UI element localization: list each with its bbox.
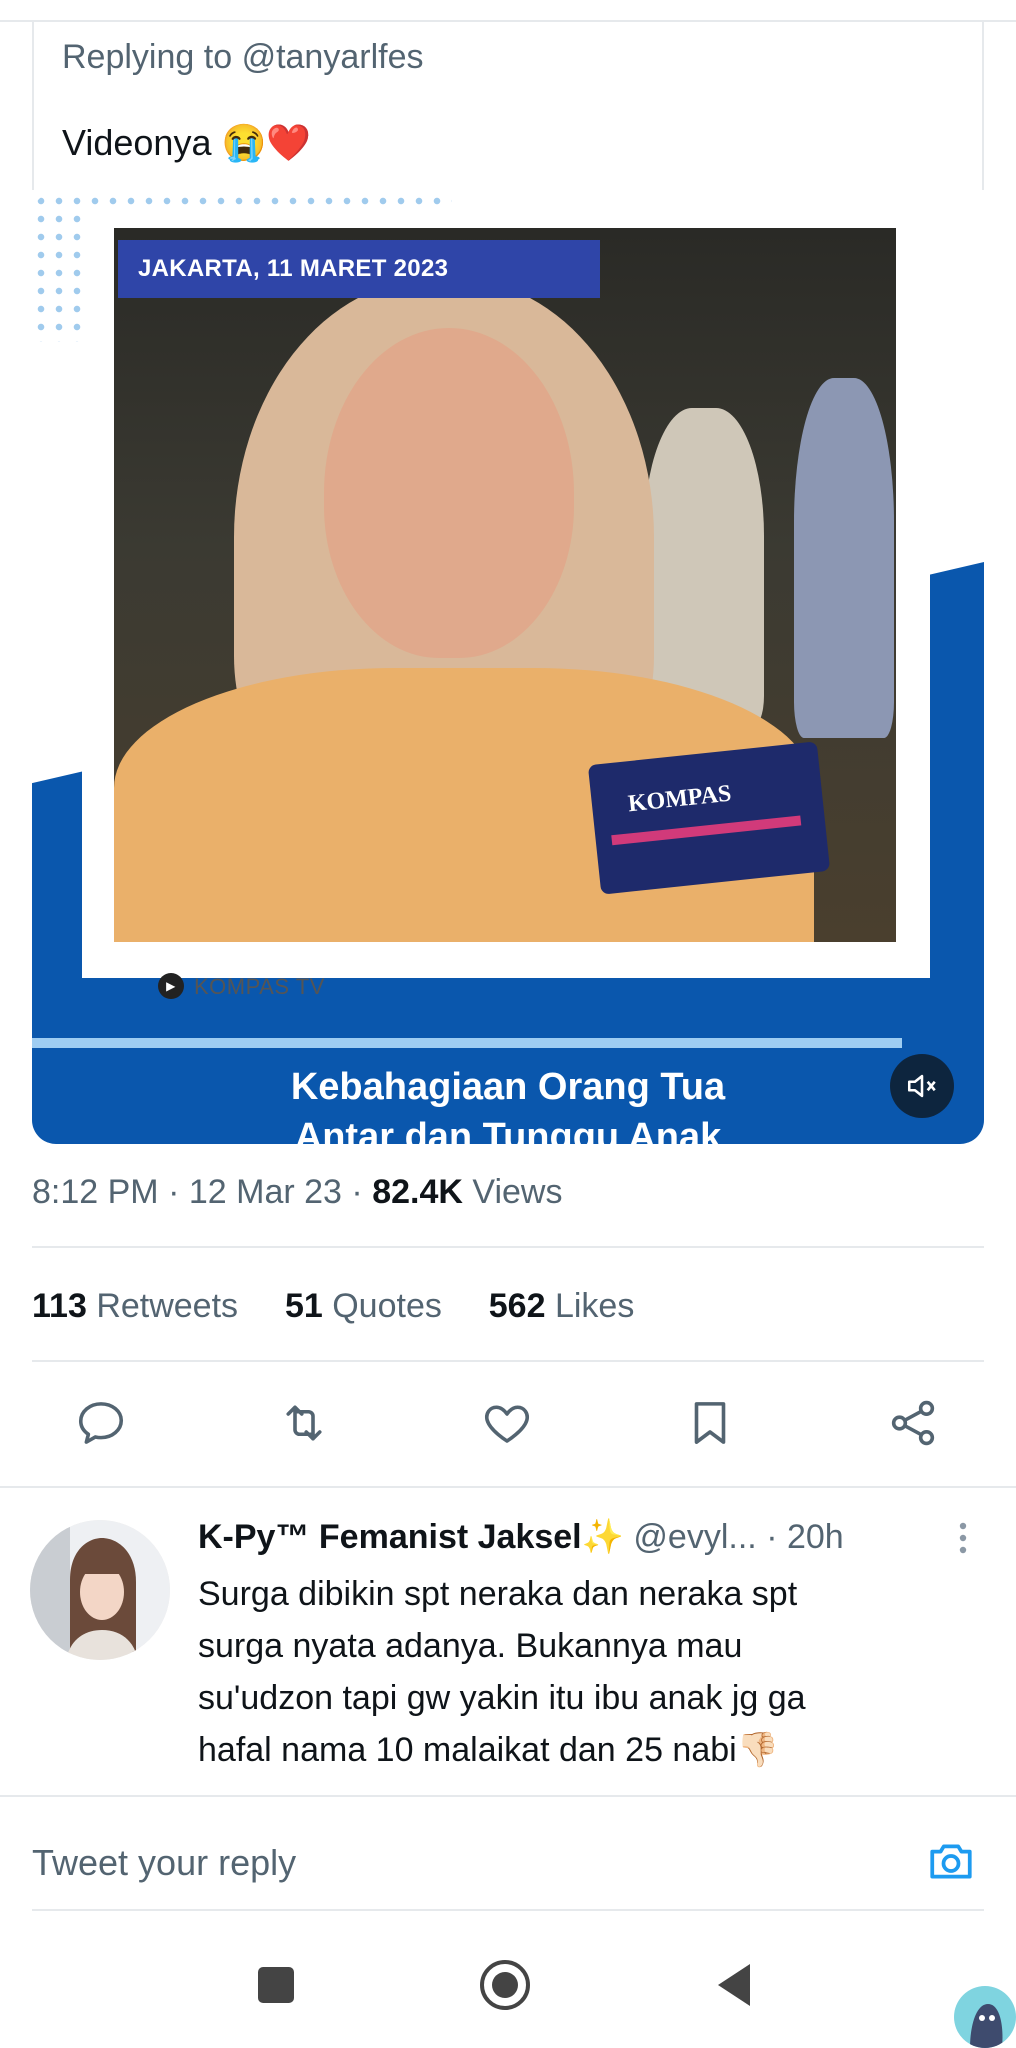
kompas-credit: ▶ KOMPAS TV <box>158 973 325 1000</box>
video-headline-line1: Kebahagiaan Orang Tua <box>290 1066 726 1108</box>
retweets-stat[interactable]: 113 Retweets <box>32 1287 238 1325</box>
video-light-line <box>32 1038 902 1048</box>
replying-to-prefix: Replying to <box>62 38 233 76</box>
reply-text-line: hafal nama 10 malaikat dan 25 nabi👎🏻 <box>198 1731 780 1769</box>
reply-time: 20h <box>786 1518 844 1556</box>
quotes-label: Quotes <box>332 1287 442 1325</box>
background-person <box>794 378 894 738</box>
actions-divider <box>0 1486 1016 1488</box>
share-icon <box>891 1400 935 1446</box>
like-icon <box>485 1405 529 1443</box>
nav-recents-button[interactable] <box>256 1965 296 2005</box>
reply-text-line: su'udzon tapi gw yakin itu ibu anak jg g… <box>198 1679 806 1717</box>
nav-home-button[interactable] <box>478 1958 532 2012</box>
thread-card-right-border <box>982 20 984 190</box>
retweets-label: Retweets <box>96 1287 239 1325</box>
video-photo: KOMPAS JAKARTA, 11 MARET 2023 <box>114 228 896 942</box>
replying-to-handle[interactable]: @tanyarlfes <box>242 38 424 76</box>
nav-square-icon <box>258 1967 294 2003</box>
nav-back-icon <box>718 1964 750 2006</box>
reply-text-line: Surga dibikin spt neraka dan neraka spt <box>198 1575 798 1613</box>
kompas-logo-icon: ▶ <box>158 973 184 999</box>
reply-header: K-Py™ Femanist Jaksel✨ @evyl... · 20h <box>198 1517 844 1557</box>
tweet-text: Videonya 😭❤️ <box>62 122 312 163</box>
reply-icon <box>78 1402 124 1444</box>
share-button[interactable] <box>886 1396 940 1450</box>
stats-divider <box>32 1360 984 1362</box>
mic-label: KOMPAS <box>626 780 733 818</box>
nav-home-icon <box>480 1960 530 2010</box>
tweet-video[interactable]: KOMPAS JAKARTA, 11 MARET 2023 ▶ KOMPAS T… <box>32 192 984 1144</box>
background-person <box>644 408 764 728</box>
reply-avatar[interactable] <box>30 1520 170 1660</box>
video-frame-panel: KOMPAS JAKARTA, 11 MARET 2023 ▶ KOMPAS T… <box>82 212 930 999</box>
likes-count: 562 <box>488 1287 546 1325</box>
meta-separator: · <box>351 1173 373 1211</box>
like-button[interactable] <box>480 1396 534 1450</box>
quotes-stat[interactable]: 51 Quotes <box>285 1287 442 1325</box>
tweet-stats: 113 Retweets 51 Quotes 562 Likes <box>32 1287 634 1326</box>
more-options-button[interactable] <box>948 1518 978 1558</box>
reply-text: Surga dibikin spt neraka dan neraka spt … <box>198 1568 806 1776</box>
kompas-microphone: KOMPAS <box>587 741 831 895</box>
reply-separator: · <box>766 1518 778 1556</box>
meta-divider <box>32 1246 984 1248</box>
mic-stripe <box>611 815 802 846</box>
retweet-button[interactable] <box>277 1396 331 1450</box>
quotes-count: 51 <box>284 1287 323 1325</box>
date-banner: JAKARTA, 11 MARET 2023 <box>118 240 600 298</box>
reply-display-name[interactable]: K-Py™ Femanist Jaksel✨ <box>198 1518 624 1556</box>
likes-stat[interactable]: 562 Likes <box>489 1287 635 1325</box>
woman-face <box>324 328 574 658</box>
reply-text-line: surga nyata adanya. Bukannya mau <box>198 1627 743 1665</box>
more-icon <box>959 1522 967 1554</box>
meta-separator: · <box>168 1173 189 1211</box>
reply-button[interactable] <box>74 1396 128 1450</box>
views-label: Views <box>472 1173 563 1211</box>
bookmark-icon <box>694 1402 726 1444</box>
floating-assistant-bubble[interactable] <box>954 1986 1016 2048</box>
tweet-time: 8:12 PM <box>32 1173 159 1211</box>
sticker-avatar-icon <box>970 2004 1003 2048</box>
bookmark-button[interactable] <box>683 1396 737 1450</box>
nav-back-button[interactable] <box>714 1962 754 2008</box>
mute-button[interactable] <box>890 1054 954 1118</box>
compose-divider <box>32 1909 984 1911</box>
views-count: 82.4K <box>372 1173 463 1211</box>
camera-icon <box>930 1844 972 1879</box>
reply-divider <box>0 1795 1016 1797</box>
camera-button[interactable] <box>926 1836 976 1886</box>
replying-to: Replying to @tanyarlfes <box>62 38 423 77</box>
mute-icon <box>907 1074 936 1097</box>
kompas-credit-text: KOMPAS TV <box>194 974 325 999</box>
video-headline-line2: Antar dan Tunggu Anak <box>294 1116 722 1144</box>
top-divider <box>0 20 1016 22</box>
reply-handle[interactable]: @evyl... <box>633 1518 756 1556</box>
likes-label: Likes <box>554 1287 635 1325</box>
tweet-meta: 8:12 PM · 12 Mar 23 · 82.4K Views <box>32 1173 562 1212</box>
retweet-icon <box>286 1405 322 1441</box>
reply-compose-input[interactable]: Tweet your reply <box>32 1842 296 1884</box>
thread-card-left-border <box>32 20 34 190</box>
retweets-count: 113 <box>32 1287 87 1325</box>
avatar-image <box>30 1520 170 1660</box>
tweet-date: 12 Mar 23 <box>188 1173 342 1211</box>
